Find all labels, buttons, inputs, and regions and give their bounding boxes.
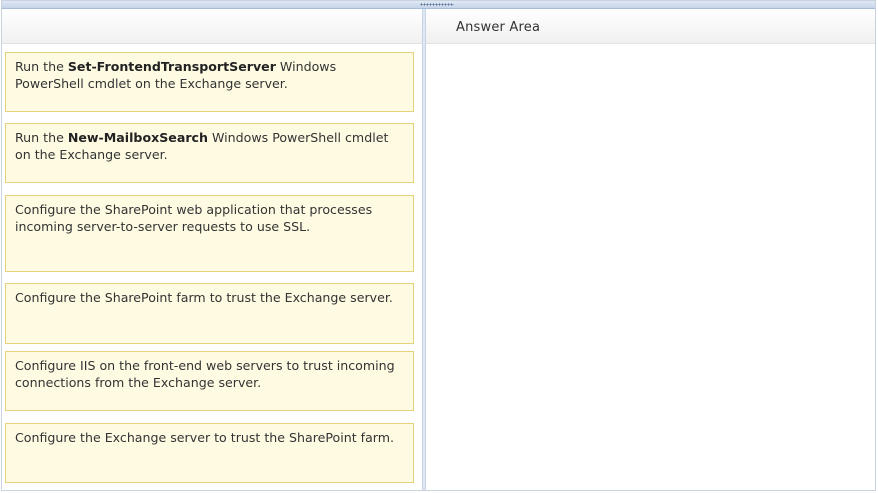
splitter-bar[interactable] [2, 1, 875, 9]
grip-icon[interactable] [420, 3, 454, 7]
option-item-3[interactable]: Configure the SharePoint web application… [5, 195, 414, 272]
answer-area-header: Answer Area [426, 9, 875, 44]
drag-drop-question-frame: Run the Set-FrontendTransportServer Wind… [1, 0, 876, 491]
options-header [2, 9, 422, 44]
option-text-bold: New-MailboxSearch [67, 130, 208, 145]
option-item-6[interactable]: Configure the Exchange server to trust t… [5, 423, 414, 483]
option-item-5[interactable]: Configure IIS on the front-end web serve… [5, 351, 414, 411]
option-text-pre: Run the [15, 59, 68, 74]
answer-area-title: Answer Area [456, 20, 541, 35]
option-item-1[interactable]: Run the Set-FrontendTransportServer Wind… [5, 52, 414, 112]
option-text: Configure the Exchange server to trust t… [15, 430, 395, 445]
option-text: Configure the SharePoint farm to trust t… [15, 290, 393, 305]
option-text: Configure the SharePoint web application… [15, 202, 373, 234]
option-text-pre: Run the [15, 130, 68, 145]
option-text: Configure IIS on the front-end web serve… [15, 358, 395, 390]
option-item-2[interactable]: Run the New-MailboxSearch Windows PowerS… [5, 123, 414, 183]
options-pane: Run the Set-FrontendTransportServer Wind… [2, 9, 422, 490]
option-item-4[interactable]: Configure the SharePoint farm to trust t… [5, 283, 414, 344]
answer-area-pane[interactable]: Answer Area [426, 9, 875, 490]
option-text-bold: Set-FrontendTransportServer [67, 59, 276, 74]
